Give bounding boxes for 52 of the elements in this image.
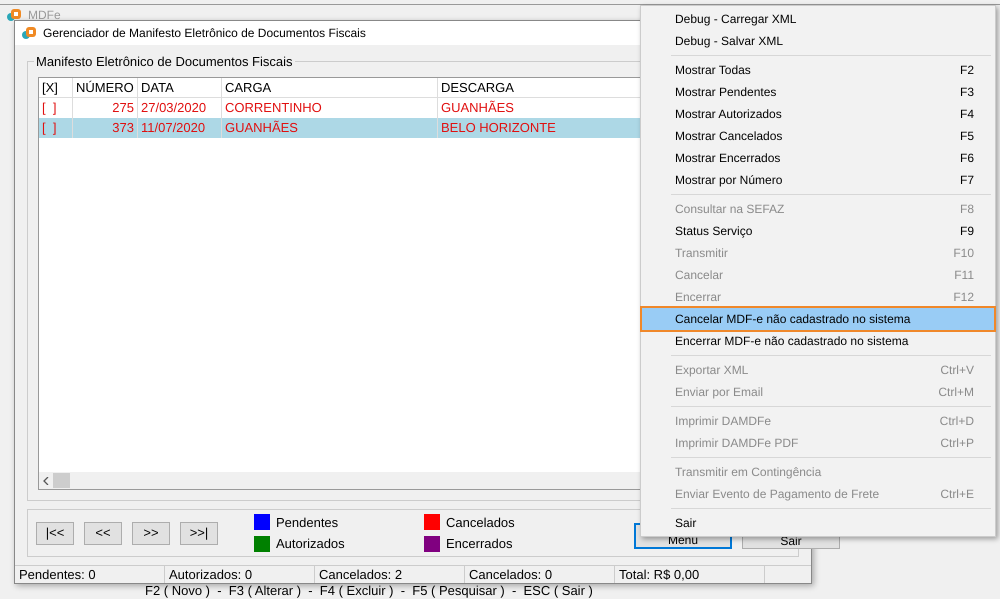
menu-item-label: Mostrar Todas xyxy=(675,62,752,79)
menu-item-label: Transmitir em Contingência xyxy=(675,464,822,481)
menu-shortcut: F12 xyxy=(953,289,974,306)
menu-item-label: Encerrar MDF-e não cadastrado no sistema xyxy=(675,333,910,350)
menu-shortcut: F6 xyxy=(960,150,974,167)
menu-item-label: Mostrar Encerrados xyxy=(675,150,782,167)
menu-item-label: Cancelar MDF-e não cadastrado no sistema xyxy=(675,311,912,328)
menu-shortcut: Ctrl+M xyxy=(938,384,974,401)
dialog-title: Gerenciador de Manifesto Eletrônico de Documentos Fiscais xyxy=(43,25,366,42)
legend-label: Encerrados xyxy=(446,535,512,553)
menu-shortcut: F5 xyxy=(960,128,974,145)
menu-shortcut: Ctrl+E xyxy=(940,486,974,503)
hint-text: F2 ( Novo ) - F3 ( Alterar ) - F4 ( Excluir ) - F5 ( Pesquisar ) - ESC ( Sair ) xyxy=(145,583,593,598)
window-title: MDFe xyxy=(28,7,61,24)
menu-shortcut: F8 xyxy=(960,201,974,218)
menu-shortcut: F3 xyxy=(960,84,974,101)
status-panel: Cancelados: 0 xyxy=(465,566,615,583)
table-cell: [ ] xyxy=(39,118,73,138)
menu-item-label: Enviar Evento de Pagamento de Frete xyxy=(675,486,880,503)
status-panel: Autorizados: 0 xyxy=(165,566,315,583)
table-cell: 11/07/2020 xyxy=(138,118,222,138)
menu-shortcut: Ctrl+D xyxy=(940,413,974,430)
menu-item-label: Transmitir xyxy=(675,245,729,262)
menu-item-label: Cancelar xyxy=(675,267,724,284)
menu-shortcut: F4 xyxy=(960,106,974,123)
menu-shortcut: F7 xyxy=(960,172,974,189)
menu-item-label: Encerrar xyxy=(675,289,722,306)
menu-item-label: Mostrar por Número xyxy=(675,172,784,189)
table-cell: GUANHÃES xyxy=(222,118,438,138)
menu-item-label: Imprimir DAMDFe xyxy=(675,413,772,430)
legend-label: Pendentes xyxy=(276,514,338,532)
status-panel: Pendentes: 0 xyxy=(15,566,165,583)
menu-item-label: Sair xyxy=(675,515,698,532)
legend-label: Autorizados xyxy=(276,535,345,553)
menu-shortcut: F9 xyxy=(960,223,974,240)
menu-shortcut: F2 xyxy=(960,62,974,79)
menu-shortcut: F11 xyxy=(954,267,974,284)
status-panel: Cancelados: 2 xyxy=(315,566,465,583)
menu-item-label: Debug - Salvar XML xyxy=(675,33,784,50)
menu-item-label: Status Serviço xyxy=(675,223,754,240)
legend-label: Cancelados xyxy=(446,514,515,532)
status-panel: Total: R$ 0,00 xyxy=(615,566,765,583)
menu-item-label: Debug - Carregar XML xyxy=(675,11,798,28)
menu-shortcut: Ctrl+P xyxy=(940,435,974,452)
menu-item-label: Consultar na SEFAZ xyxy=(675,201,786,218)
menu-item-label: Enviar por Email xyxy=(675,384,764,401)
menu-shortcut: Ctrl+V xyxy=(940,362,974,379)
table-cell: 373 xyxy=(73,118,138,138)
menu-item-label: Mostrar Pendentes xyxy=(675,84,778,101)
menu-item-label: Exportar XML xyxy=(675,362,750,379)
menu-shortcut: F10 xyxy=(953,245,974,262)
menu-item-label: Imprimir DAMDFe PDF xyxy=(675,435,800,452)
